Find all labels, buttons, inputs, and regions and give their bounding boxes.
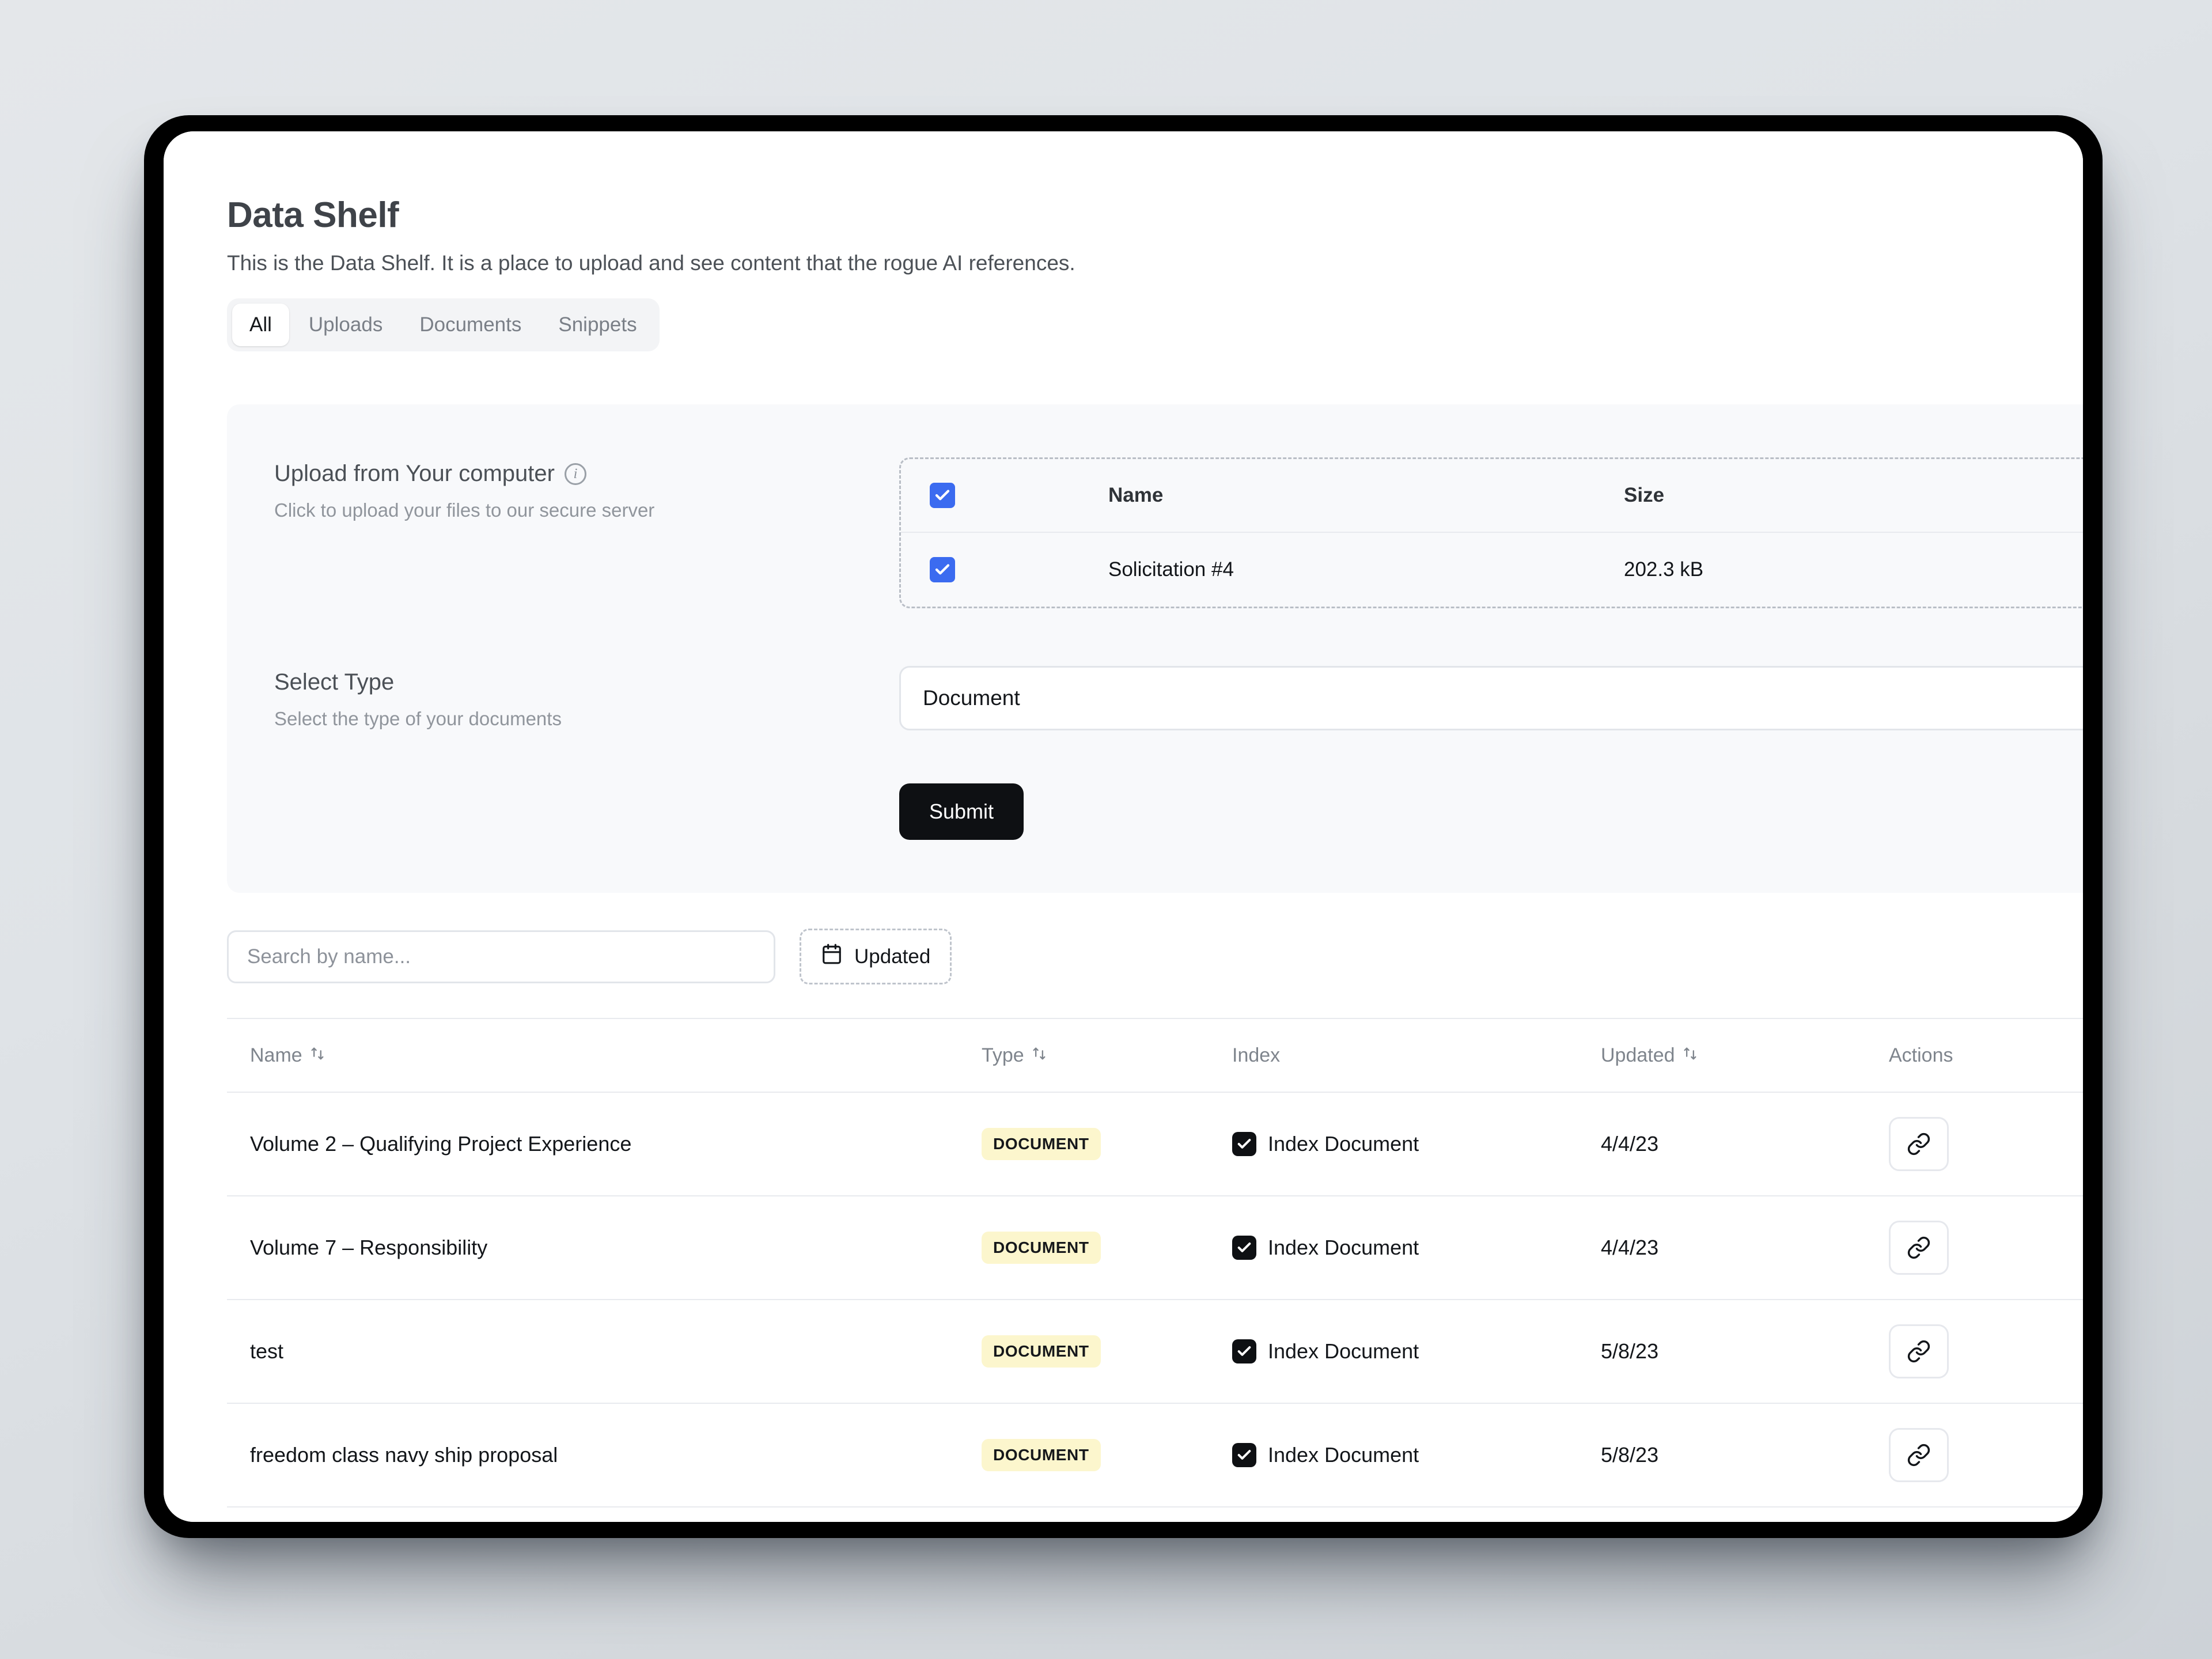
tab-group: All Uploads Documents Snippets	[227, 298, 660, 351]
copy-link-button[interactable]	[1889, 1221, 1949, 1275]
select-all-cell	[930, 483, 1108, 508]
filters-bar: Updated	[227, 929, 2083, 984]
calendar-icon	[821, 943, 843, 970]
index-document-checkbox[interactable]	[1232, 1339, 1256, 1363]
file-name: Solicitation #4	[1108, 558, 1234, 581]
table-header-row: Name Type Index Updated Actions	[227, 1019, 2083, 1093]
row-index-group: Index Document	[1232, 1132, 1601, 1156]
row-index-group: Index Document	[1232, 1339, 1601, 1363]
row-name: Volume 2 – Qualifying Project Experience	[250, 1132, 632, 1156]
tab-all[interactable]: All	[232, 304, 289, 346]
upload-label-column: Upload from Your computer i Click to upl…	[274, 457, 899, 521]
upload-card: Upload from Your computer i Click to upl…	[227, 404, 2083, 893]
row-name: test	[250, 1339, 284, 1363]
column-header-updated[interactable]: Updated	[1601, 1044, 1889, 1067]
index-document-label: Index Document	[1268, 1443, 1419, 1467]
page-content: Data Shelf This is the Data Shelf. It is…	[164, 131, 2083, 1522]
copy-link-button[interactable]	[1889, 1117, 1949, 1171]
sort-updown-icon	[1682, 1044, 1698, 1067]
select-type-row: Select Type Select the type of your docu…	[274, 666, 2083, 730]
index-document-label: Index Document	[1268, 1339, 1419, 1363]
index-document-label: Index Document	[1268, 1236, 1419, 1259]
upload-label-desc: Click to upload your files to our secure…	[274, 499, 655, 521]
column-header-type-label: Type	[982, 1044, 1024, 1066]
upload-file-row: Solicitation #4 202.3 kB	[901, 533, 2083, 607]
column-header-index: Index	[1232, 1044, 1281, 1066]
updated-chip-label: Updated	[854, 945, 931, 968]
tab-snippets[interactable]: Snippets	[541, 304, 654, 346]
table-row[interactable]: Volume 2 – Qualifying Project Experience…	[227, 1093, 2083, 1196]
file-select-cell	[930, 557, 1108, 582]
select-type-desc: Select the type of your documents	[274, 708, 562, 729]
sort-updown-icon	[1031, 1044, 1047, 1067]
search-input[interactable]	[227, 930, 775, 983]
submit-button[interactable]: Submit	[899, 783, 1024, 840]
row-type-badge: DOCUMENT	[982, 1232, 1101, 1264]
page-title: Data Shelf	[227, 195, 399, 235]
index-document-label: Index Document	[1268, 1132, 1419, 1156]
document-type-value: Document	[923, 686, 1020, 710]
upload-dropzone[interactable]: Name Size Solicitation #4 202.3 kB	[899, 457, 2083, 608]
upload-files-header-row: Name Size	[901, 459, 2083, 533]
row-updated-date: 4/4/23	[1601, 1236, 1659, 1259]
table-row[interactable]: freedom class navy ship proposal DOCUMEN…	[227, 1404, 2083, 1508]
info-circle-icon[interactable]: i	[564, 463, 586, 485]
table-row[interactable]: test DOCUMENT Index Document 5/8/23	[227, 1300, 2083, 1404]
upload-label-text: Upload from Your computer	[274, 461, 555, 486]
row-index-group: Index Document	[1232, 1443, 1601, 1467]
upload-from-computer-row: Upload from Your computer i Click to upl…	[274, 457, 2083, 608]
select-all-checkbox[interactable]	[930, 483, 955, 508]
page-subtitle: This is the Data Shelf. It is a place to…	[227, 251, 1075, 275]
row-name: Volume 7 – Responsibility	[250, 1236, 488, 1259]
column-header-name-label: Name	[250, 1044, 302, 1066]
row-updated-date: 5/8/23	[1601, 1339, 1659, 1363]
copy-link-button[interactable]	[1889, 1428, 1949, 1482]
upload-col-size: Size	[1624, 484, 1665, 506]
row-index-group: Index Document	[1232, 1236, 1601, 1260]
row-updated-date: 5/8/23	[1601, 1443, 1659, 1467]
index-document-checkbox[interactable]	[1232, 1132, 1256, 1156]
select-type-label-column: Select Type Select the type of your docu…	[274, 666, 899, 730]
upload-label-title: Upload from Your computer i	[274, 461, 899, 487]
file-row-checkbox[interactable]	[930, 557, 955, 582]
tab-documents[interactable]: Documents	[402, 304, 539, 346]
upload-col-name: Name	[1108, 484, 1164, 506]
column-header-actions: Actions	[1889, 1044, 1953, 1066]
column-header-name[interactable]: Name	[250, 1044, 982, 1067]
tablet-screen: Data Shelf This is the Data Shelf. It is…	[164, 131, 2083, 1522]
updated-filter-chip[interactable]: Updated	[800, 929, 952, 984]
row-type-badge: DOCUMENT	[982, 1439, 1101, 1471]
documents-table: Name Type Index Updated Actions Volume 2…	[227, 1018, 2083, 1508]
row-type-badge: DOCUMENT	[982, 1335, 1101, 1368]
link-chain-icon	[1907, 1444, 1930, 1467]
tablet-device-frame: Data Shelf This is the Data Shelf. It is…	[144, 115, 2103, 1538]
row-type-badge: DOCUMENT	[982, 1128, 1101, 1160]
submit-button-wrap: Submit	[899, 783, 1024, 840]
submit-row: Submit	[274, 783, 2083, 840]
document-type-select[interactable]: Document	[899, 666, 2083, 730]
submit-spacer	[274, 783, 899, 787]
index-document-checkbox[interactable]	[1232, 1236, 1256, 1260]
link-chain-icon	[1907, 1236, 1930, 1259]
file-size: 202.3 kB	[1624, 558, 1704, 581]
link-chain-icon	[1907, 1340, 1930, 1363]
tab-uploads[interactable]: Uploads	[291, 304, 400, 346]
link-chain-icon	[1907, 1132, 1930, 1156]
table-row[interactable]: Volume 7 – Responsibility DOCUMENT Index…	[227, 1196, 2083, 1300]
row-updated-date: 4/4/23	[1601, 1132, 1659, 1156]
column-header-updated-label: Updated	[1601, 1044, 1675, 1066]
sort-updown-icon	[309, 1044, 325, 1067]
column-header-type[interactable]: Type	[982, 1044, 1232, 1067]
index-document-checkbox[interactable]	[1232, 1443, 1256, 1467]
row-name: freedom class navy ship proposal	[250, 1443, 558, 1467]
copy-link-button[interactable]	[1889, 1324, 1949, 1378]
select-type-title: Select Type	[274, 669, 395, 695]
